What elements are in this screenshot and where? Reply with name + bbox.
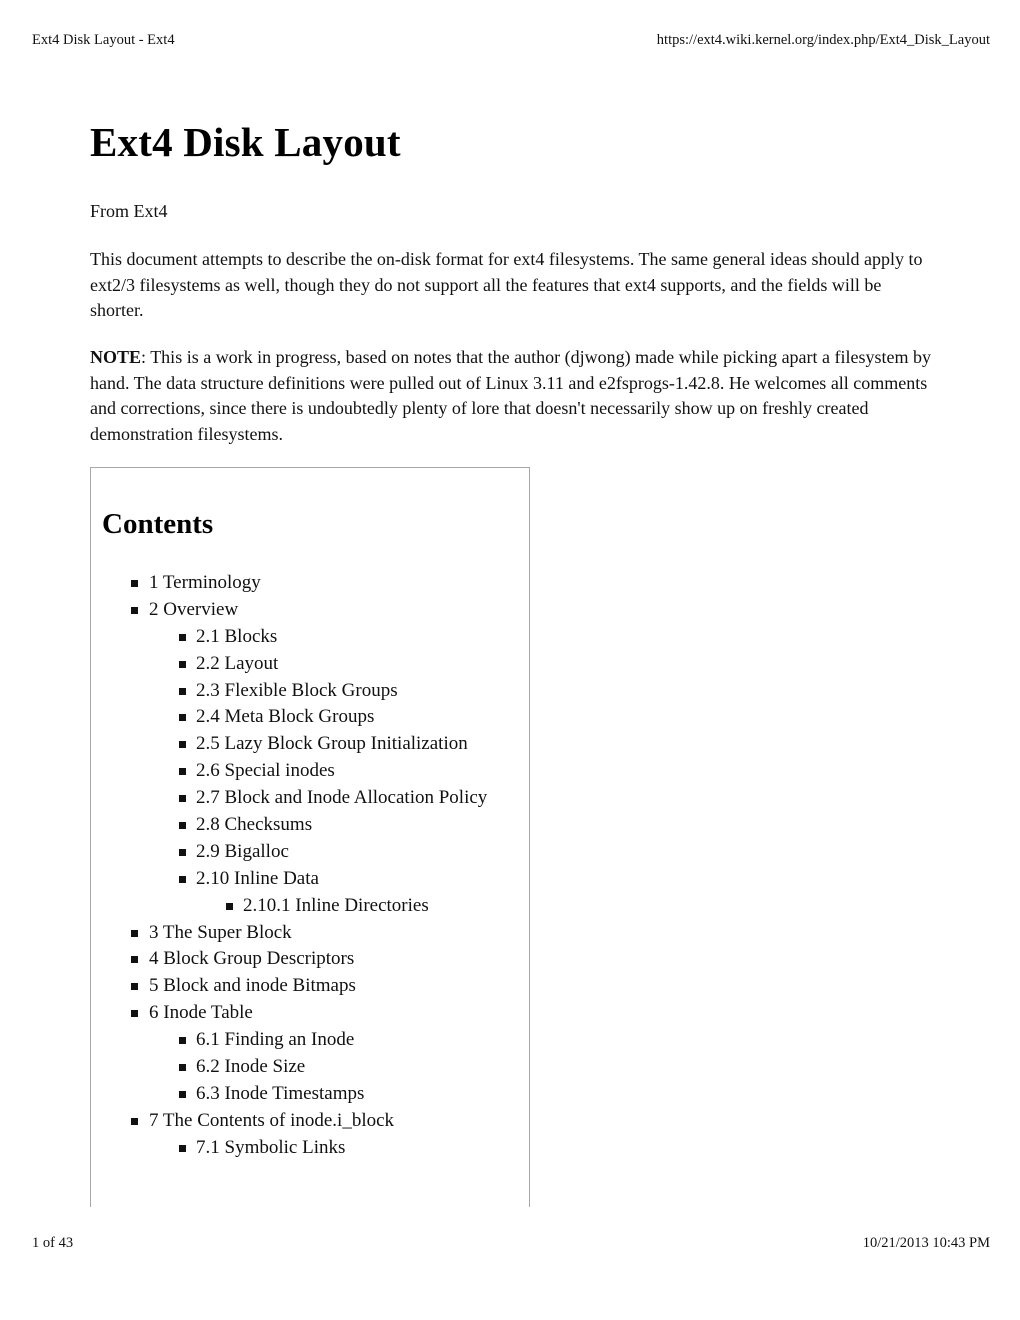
toc-item[interactable]: 2.2 Layout xyxy=(91,651,487,678)
square-bullet-icon xyxy=(179,687,186,695)
toc-item[interactable]: 6.2 Inode Size xyxy=(91,1054,487,1081)
toc-item[interactable]: 6 Inode Table xyxy=(91,1000,487,1027)
print-header: Ext4 Disk Layout - Ext4 https://ext4.wik… xyxy=(32,32,990,49)
square-bullet-icon xyxy=(131,1010,138,1018)
toc-item[interactable]: 2.8 Checksums xyxy=(91,812,487,839)
print-datetime: 10/21/2013 10:43 PM xyxy=(862,1235,990,1251)
square-bullet-icon xyxy=(179,875,186,883)
print-header-title: Ext4 Disk Layout - Ext4 xyxy=(32,32,175,48)
square-bullet-icon xyxy=(179,822,186,830)
page-number: 1 of 43 xyxy=(32,1235,74,1251)
toc-item[interactable]: 2.1 Blocks xyxy=(91,624,487,651)
toc-item[interactable]: 2.6 Special inodes xyxy=(91,758,487,785)
toc-item-label[interactable]: 2.1 Blocks xyxy=(196,626,277,647)
note-paragraph: NOTE: This is a work in progress, based … xyxy=(90,345,935,447)
toc-item[interactable]: 2.9 Bigalloc xyxy=(91,839,487,866)
toc-item[interactable]: 4 Block Group Descriptors xyxy=(91,946,487,973)
toc-item-label[interactable]: 2.4 Meta Block Groups xyxy=(196,706,374,727)
toc-item-label[interactable]: 3 The Super Block xyxy=(149,922,292,943)
toc-item-label[interactable]: 1 Terminology xyxy=(149,572,261,593)
square-bullet-icon xyxy=(179,1064,186,1072)
square-bullet-icon xyxy=(131,956,138,964)
toc-title: Contents xyxy=(102,508,214,540)
toc-item-label[interactable]: 7 The Contents of inode.i_block xyxy=(149,1110,394,1131)
toc-item[interactable]: 2.10.1 Inline Directories xyxy=(91,893,487,920)
toc-item[interactable]: 2.10 Inline Data xyxy=(91,866,487,893)
square-bullet-icon xyxy=(179,795,186,803)
square-bullet-icon xyxy=(179,1037,186,1045)
toc-item-label[interactable]: 5 Block and inode Bitmaps xyxy=(149,975,356,996)
square-bullet-icon xyxy=(131,606,138,614)
toc-item[interactable]: 3 The Super Block xyxy=(91,920,487,947)
square-bullet-icon xyxy=(131,929,138,937)
toc-item-label[interactable]: 2.3 Flexible Block Groups xyxy=(196,680,398,701)
toc-item[interactable]: 7.1 Symbolic Links xyxy=(91,1135,487,1162)
toc-item[interactable]: 2.5 Lazy Block Group Initialization xyxy=(91,731,487,758)
toc-item-label[interactable]: 2.9 Bigalloc xyxy=(196,841,289,862)
toc-item-label[interactable]: 4 Block Group Descriptors xyxy=(149,948,354,969)
toc-item-label[interactable]: 2.7 Block and Inode Allocation Policy xyxy=(196,787,487,808)
toc-item-label[interactable]: 6.3 Inode Timestamps xyxy=(196,1083,364,1104)
toc-item-label[interactable]: 6 Inode Table xyxy=(149,1002,253,1023)
square-bullet-icon xyxy=(131,983,138,991)
square-bullet-icon xyxy=(179,848,186,856)
note-text: : This is a work in progress, based on n… xyxy=(90,347,932,444)
from-line: From Ext4 xyxy=(90,201,168,221)
toc-item-label[interactable]: 2.8 Checksums xyxy=(196,814,312,835)
toc-item-label[interactable]: 2 Overview xyxy=(149,599,238,620)
toc-item-label[interactable]: 6.1 Finding an Inode xyxy=(196,1029,354,1050)
square-bullet-icon xyxy=(131,580,138,587)
square-bullet-icon xyxy=(179,1090,186,1098)
print-header-url: https://ext4.wiki.kernel.org/index.php/E… xyxy=(656,32,990,48)
toc-item-label[interactable]: 6.2 Inode Size xyxy=(196,1056,305,1077)
square-bullet-icon xyxy=(131,1117,138,1125)
square-bullet-icon xyxy=(226,902,233,910)
toc-item[interactable]: 2.3 Flexible Block Groups xyxy=(91,678,487,705)
toc-item[interactable]: 2 Overview xyxy=(91,597,487,624)
toc-item-label[interactable]: 2.5 Lazy Block Group Initialization xyxy=(196,733,468,754)
toc-item-label[interactable]: 2.10 Inline Data xyxy=(196,868,319,889)
square-bullet-icon xyxy=(179,1144,186,1152)
toc-item-label[interactable]: 2.6 Special inodes xyxy=(196,760,335,781)
print-footer: 1 of 43 10/21/2013 10:43 PM xyxy=(32,1235,990,1252)
toc-item[interactable]: 5 Block and inode Bitmaps xyxy=(91,973,487,1000)
toc-item-label[interactable]: 2.10.1 Inline Directories xyxy=(243,895,429,916)
toc-list: 1 Terminology 2 Overview 2.1 Blocks 2.2 Lay… xyxy=(91,570,487,1162)
toc-item[interactable]: 6.3 Inode Timestamps xyxy=(91,1081,487,1108)
toc-item[interactable]: 7 The Contents of inode.i_block xyxy=(91,1108,487,1135)
square-bullet-icon xyxy=(179,633,186,641)
note-label: NOTE xyxy=(90,347,142,367)
square-bullet-icon xyxy=(179,660,186,668)
table-of-contents: Contents 1 Terminology 2 Overview 2.1 Bloc… xyxy=(90,467,530,1207)
toc-item-label[interactable]: 7.1 Symbolic Links xyxy=(196,1137,345,1158)
toc-item[interactable]: 2.7 Block and Inode Allocation Policy xyxy=(91,785,487,812)
square-bullet-icon xyxy=(179,768,186,776)
intro-paragraph: This document attempts to describe the o… xyxy=(90,249,923,320)
toc-item-label[interactable]: 2.2 Layout xyxy=(196,653,278,674)
toc-item[interactable]: 2.4 Meta Block Groups xyxy=(91,704,487,731)
square-bullet-icon xyxy=(179,741,186,749)
page-title: Ext4 Disk Layout xyxy=(90,119,401,165)
square-bullet-icon xyxy=(179,714,186,722)
toc-item[interactable]: 1 Terminology xyxy=(91,570,487,597)
toc-item[interactable]: 6.1 Finding an Inode xyxy=(91,1027,487,1054)
